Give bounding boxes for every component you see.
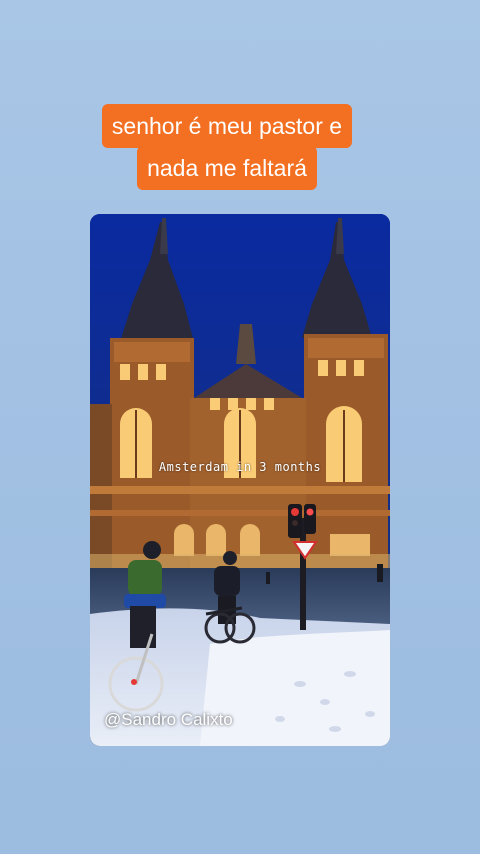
caption: senhor é meu pastor e nada me faltará (0, 104, 480, 190)
caption-line-1: senhor é meu pastor e (101, 104, 353, 148)
rijksmuseum-night-scene (90, 214, 390, 746)
video-overlay-caption: Amsterdam in 3 months (158, 460, 322, 474)
caption-line-2: nada me faltará (137, 146, 317, 190)
creator-watermark: @Sandro Calixto (104, 710, 233, 729)
photo[interactable]: Amsterdam in 3 months @Sandro Calixto (90, 214, 390, 746)
